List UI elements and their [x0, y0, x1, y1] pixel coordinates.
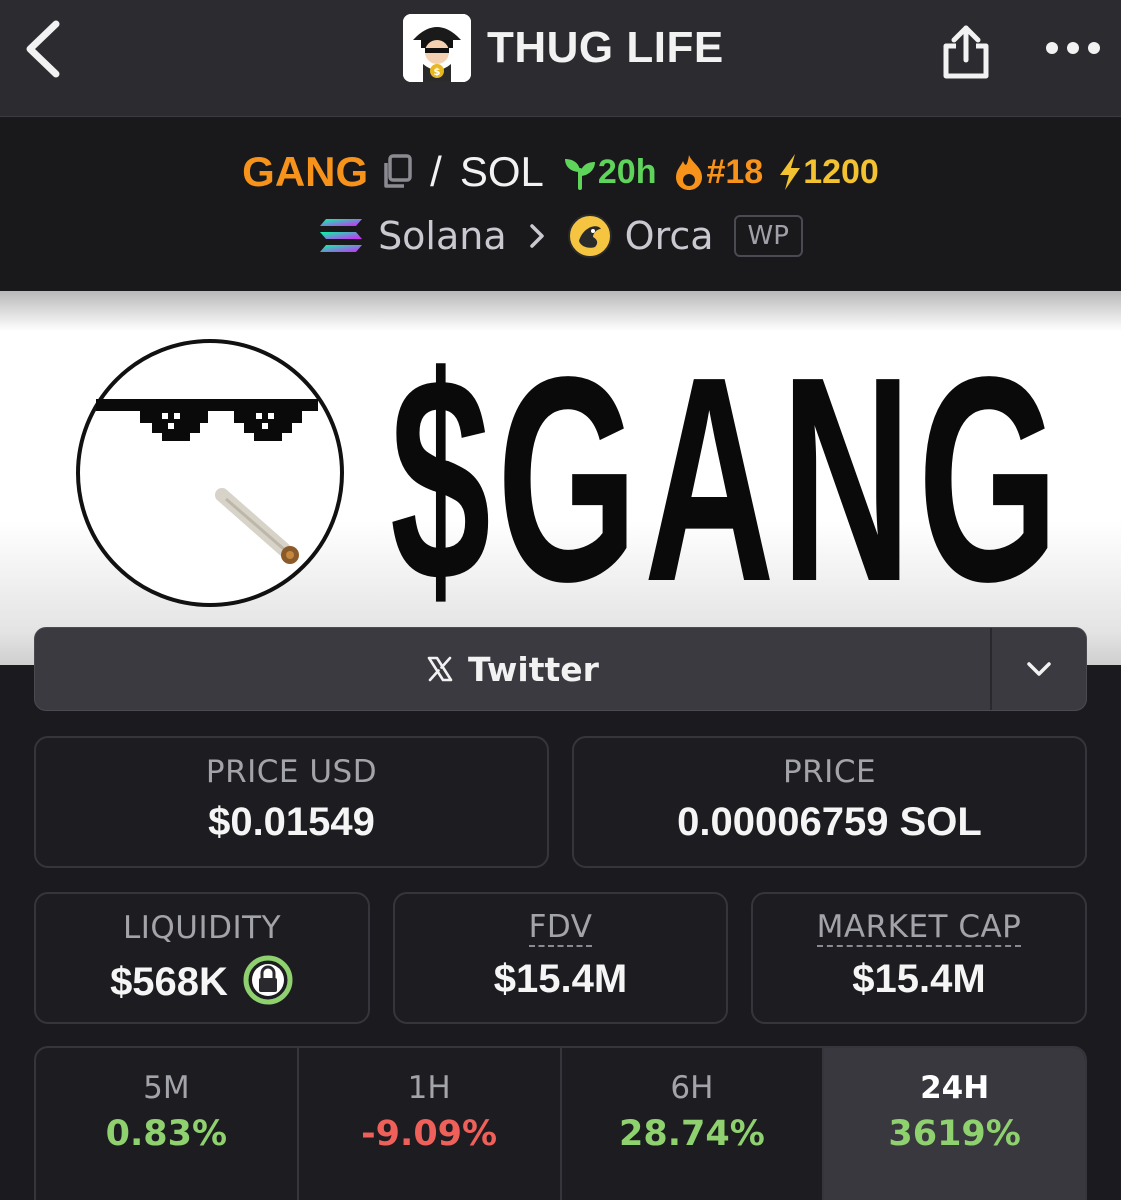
- market-cap-card[interactable]: MARKET CAP $15.4M: [751, 892, 1087, 1024]
- token-title-group: $ THUG LIFE: [403, 14, 724, 82]
- pixel-sunglasses-icon: [96, 399, 318, 564]
- tab-6h[interactable]: 6H 28.74%: [562, 1048, 825, 1200]
- price-native-label: PRICE: [782, 754, 877, 790]
- token-banner-image: $GANG: [0, 291, 1121, 665]
- seedling-icon: [564, 159, 595, 190]
- quote-token-symbol: SOL: [459, 148, 544, 195]
- price-change-value: 3619%: [888, 1114, 1021, 1154]
- ellipsis-icon: [1046, 42, 1100, 54]
- tab-label: 24H: [920, 1070, 990, 1106]
- price-change-value: 0.83%: [105, 1114, 228, 1154]
- price-native-card: PRICE 0.00006759 SOL: [572, 736, 1087, 868]
- trending-rank-badge[interactable]: #18: [672, 153, 763, 192]
- pair-row: GANG / SOL 20h #18 1200: [0, 144, 1121, 200]
- price-usd-label: PRICE USD: [205, 754, 378, 790]
- chain-link[interactable]: Solana: [378, 214, 507, 258]
- liquidity-lock-button[interactable]: [242, 954, 294, 1010]
- fdv-card[interactable]: FDV $15.4M: [393, 892, 728, 1024]
- twitter-link-button[interactable]: Twitter: [35, 628, 990, 710]
- pair-separator: /: [430, 148, 442, 195]
- copy-address-button[interactable]: [380, 153, 414, 191]
- chain-dex-breadcrumb: Solana Orca WP: [0, 208, 1121, 264]
- page-title: THUG LIFE: [487, 23, 724, 72]
- fdv-value: $15.4M: [493, 957, 628, 1001]
- lightning-icon: [780, 154, 801, 190]
- share-icon: [943, 25, 989, 79]
- liquidity-label: LIQUIDITY: [122, 910, 282, 946]
- base-token-symbol: GANG: [242, 148, 369, 195]
- price-usd-value: $0.01549: [208, 800, 375, 844]
- top-nav-bar: $ THUG LIFE: [0, 0, 1121, 117]
- token-logo: $: [403, 14, 471, 82]
- fdv-label: FDV: [528, 909, 593, 947]
- tab-label: 5M: [143, 1070, 190, 1106]
- tab-1h[interactable]: 1H -9.09%: [299, 1048, 562, 1200]
- price-usd-card: PRICE USD $0.01549: [34, 736, 549, 868]
- solana-logo-icon: [320, 219, 363, 252]
- pair-age-value: 20h: [597, 152, 657, 191]
- tab-24h[interactable]: 24H 3619%: [824, 1048, 1085, 1200]
- orca-logo-icon: [567, 214, 612, 258]
- whitepaper-badge[interactable]: WP: [733, 215, 803, 257]
- price-change-value: 28.74%: [618, 1114, 765, 1154]
- flame-icon: [676, 155, 703, 190]
- lock-icon: [243, 955, 293, 1005]
- price-change-value: -9.09%: [361, 1114, 498, 1154]
- price-native-value: 0.00006759 SOL: [677, 800, 982, 844]
- social-links-dropdown-button[interactable]: [990, 628, 1086, 710]
- tab-label: 6H: [670, 1070, 714, 1106]
- chevron-right-icon: [529, 224, 544, 248]
- boost-count: 1200: [803, 152, 879, 191]
- liquidity-value: $568K: [110, 959, 228, 1004]
- pair-header: GANG / SOL 20h #18 1200 Solana Orca WP: [0, 118, 1121, 291]
- chevron-left-icon: [26, 20, 60, 78]
- dex-link[interactable]: Orca: [625, 214, 714, 258]
- liquidity-card: LIQUIDITY $568K: [34, 892, 370, 1024]
- market-cap-value: $15.4M: [852, 957, 986, 1001]
- trending-rank-value: #18: [706, 152, 764, 191]
- twitter-label: Twitter: [468, 649, 599, 689]
- back-button[interactable]: [22, 18, 66, 80]
- share-button[interactable]: [938, 18, 994, 82]
- pair-age-badge: 20h: [562, 152, 657, 192]
- social-links-bar: Twitter: [34, 627, 1087, 711]
- boost-badge[interactable]: 1200: [777, 152, 879, 192]
- banner-emblem: [76, 339, 344, 607]
- tab-5m[interactable]: 5M 0.83%: [36, 1048, 299, 1200]
- svg-text:$: $: [434, 67, 441, 78]
- x-logo-icon: [427, 656, 453, 682]
- market-cap-label: MARKET CAP: [816, 909, 1022, 947]
- copy-icon: [384, 154, 412, 188]
- banner-ticker-text: $GANG: [390, 316, 1065, 642]
- more-options-button[interactable]: [1040, 28, 1104, 68]
- price-change-tabs: 5M 0.83% 1H -9.09% 6H 28.74% 24H 3619%: [34, 1046, 1087, 1200]
- tab-label: 1H: [407, 1070, 451, 1106]
- chevron-down-icon: [1027, 662, 1051, 676]
